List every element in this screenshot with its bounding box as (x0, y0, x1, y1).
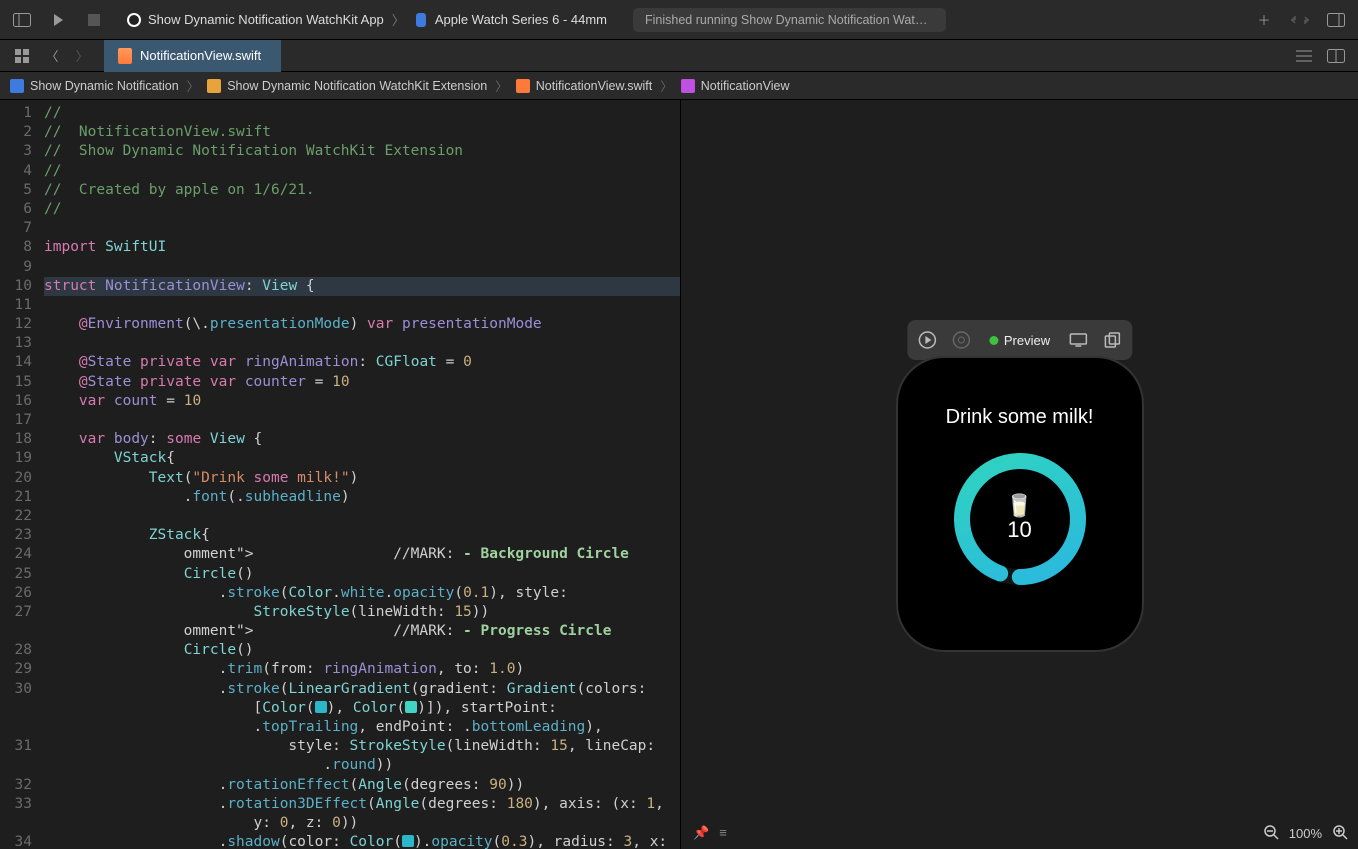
preview-panel: Preview Drink some milk! (680, 100, 1358, 849)
tab-bar: 〈 〉 NotificationView.swift (0, 40, 1358, 72)
scheme-app-label: Show Dynamic Notification WatchKit App (148, 12, 384, 27)
crumb-separator: 〉 (660, 76, 673, 95)
crumb-file[interactable]: NotificationView.swift (516, 79, 653, 93)
crumb-project-label: Show Dynamic Notification (30, 79, 179, 93)
crumb-project[interactable]: Show Dynamic Notification (10, 79, 179, 93)
status-bar[interactable]: Finished running Show Dynamic Notificati… (633, 8, 946, 32)
main-split: 1234567891011121314151617181920212223242… (0, 100, 1358, 849)
preview-status[interactable]: Preview (979, 333, 1060, 348)
toolbar: Show Dynamic Notification WatchKit App 〉… (0, 0, 1358, 40)
scheme-selector[interactable]: Show Dynamic Notification WatchKit App 〉… (116, 10, 617, 29)
crumb-separator: 〉 (187, 76, 200, 95)
code-editor[interactable]: 1234567891011121314151617181920212223242… (0, 100, 680, 849)
inspect-preview-icon[interactable] (945, 324, 977, 356)
zoom-controls: 100% (1263, 824, 1348, 843)
line-gutter: 1234567891011121314151617181920212223242… (0, 100, 40, 849)
play-preview-icon[interactable] (911, 324, 943, 356)
code-content[interactable]: //// NotificationView.swift// Show Dynam… (40, 100, 680, 849)
countdown-number: 10 (1007, 517, 1031, 543)
crumb-folder[interactable]: Show Dynamic Notification WatchKit Exten… (207, 79, 487, 93)
watch-preview: Drink some milk! 🥛 10 (896, 356, 1144, 652)
folder-icon (207, 79, 221, 93)
preview-status-label: Preview (1004, 333, 1050, 348)
crumb-separator: 〉 (495, 76, 508, 95)
crumb-file-label: NotificationView.swift (536, 79, 653, 93)
sidebar-toggle-icon[interactable] (8, 6, 36, 34)
stop-button[interactable] (80, 6, 108, 34)
ring-center: 🥛 10 (948, 447, 1092, 591)
canvas-menu-icon[interactable]: ≡ (719, 825, 727, 841)
tab-active-file[interactable]: NotificationView.swift (104, 40, 281, 72)
breadcrumb: Show Dynamic Notification 〉 Show Dynamic… (0, 72, 1358, 100)
crumb-folder-label: Show Dynamic Notification WatchKit Exten… (227, 79, 487, 93)
tab-label: NotificationView.swift (140, 48, 261, 63)
related-items-icon[interactable] (8, 42, 36, 70)
editor-options-icon[interactable] (1290, 42, 1318, 70)
duplicate-preview-icon[interactable] (1096, 324, 1128, 356)
device-preview-icon[interactable] (1062, 324, 1094, 356)
forward-button[interactable]: 〉 (68, 42, 96, 70)
add-tab-icon[interactable]: ＋ (1250, 6, 1278, 34)
canvas-options: 📌 ≡ (693, 825, 727, 841)
scheme-device-label: Apple Watch Series 6 - 44mm (435, 12, 607, 27)
swift-icon (516, 79, 530, 93)
crumb-symbol[interactable]: NotificationView (681, 79, 790, 93)
run-button[interactable] (44, 6, 72, 34)
progress-ring: 🥛 10 (948, 447, 1092, 591)
library-icon[interactable] (1322, 6, 1350, 34)
back-button[interactable]: 〈 (38, 42, 66, 70)
preview-toolbar: Preview (907, 320, 1132, 360)
zoom-level[interactable]: 100% (1289, 826, 1322, 841)
preview-status-dot (989, 336, 998, 345)
project-icon (10, 79, 24, 93)
watch-title: Drink some milk! (946, 406, 1094, 429)
code-review-icon[interactable] (1286, 6, 1314, 34)
milk-icon: 🥛 (1006, 495, 1033, 517)
crumb-symbol-label: NotificationView (701, 79, 790, 93)
scheme-separator: 〉 (392, 10, 405, 29)
zoom-out-icon[interactable] (1263, 824, 1279, 843)
struct-icon (681, 79, 695, 93)
zoom-in-icon[interactable] (1332, 824, 1348, 843)
swift-file-icon (118, 48, 132, 64)
pin-icon[interactable]: 📌 (693, 825, 709, 841)
adjust-editor-icon[interactable] (1322, 42, 1350, 70)
